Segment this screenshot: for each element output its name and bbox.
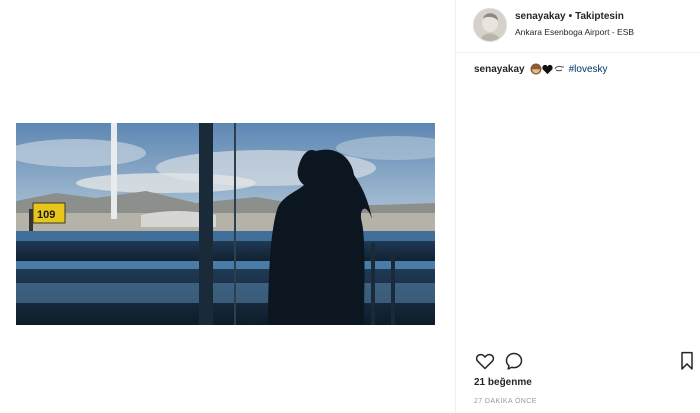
caption-emojis [530, 63, 565, 75]
comment-button[interactable] [503, 350, 525, 372]
airport-silhouette-photo: 109 [16, 123, 435, 325]
post-photo[interactable]: 109 [16, 123, 435, 325]
header-separator: • [568, 11, 573, 22]
monkey-face-icon [530, 63, 542, 75]
black-heart-icon [541, 64, 553, 74]
bookmark-icon [681, 351, 693, 370]
post-media-area: 109 [0, 0, 455, 413]
comment-bubble-icon [505, 352, 523, 370]
post-sidebar: senayakay • Takiptesin Ankara Esenboga Air… [455, 0, 700, 413]
save-button[interactable] [676, 350, 698, 372]
avatar[interactable] [473, 8, 507, 42]
avatar-image [474, 9, 506, 41]
likes-count[interactable]: 21 beğenme [474, 377, 532, 388]
header-username[interactable]: senayakay [515, 11, 566, 22]
post-header: senayakay • Takiptesin Ankara Esenboga Air… [456, 0, 700, 53]
follow-status[interactable]: Takiptesin [575, 11, 624, 22]
post-caption: senayakay #lovesky [474, 63, 608, 75]
like-button[interactable] [474, 350, 496, 372]
post-timestamp[interactable]: 27 DAKİKA ÖNCE [474, 398, 537, 405]
heart-outline-icon [475, 353, 495, 370]
post-location[interactable]: Ankara Esenboga Airport - ESB [515, 27, 695, 37]
post-actions [474, 350, 696, 374]
gate-sign-number: 109 [37, 209, 55, 221]
caption-username[interactable]: senayakay [474, 64, 525, 75]
caption-hashtag[interactable]: #lovesky [569, 64, 608, 75]
hand-icon [554, 65, 564, 72]
